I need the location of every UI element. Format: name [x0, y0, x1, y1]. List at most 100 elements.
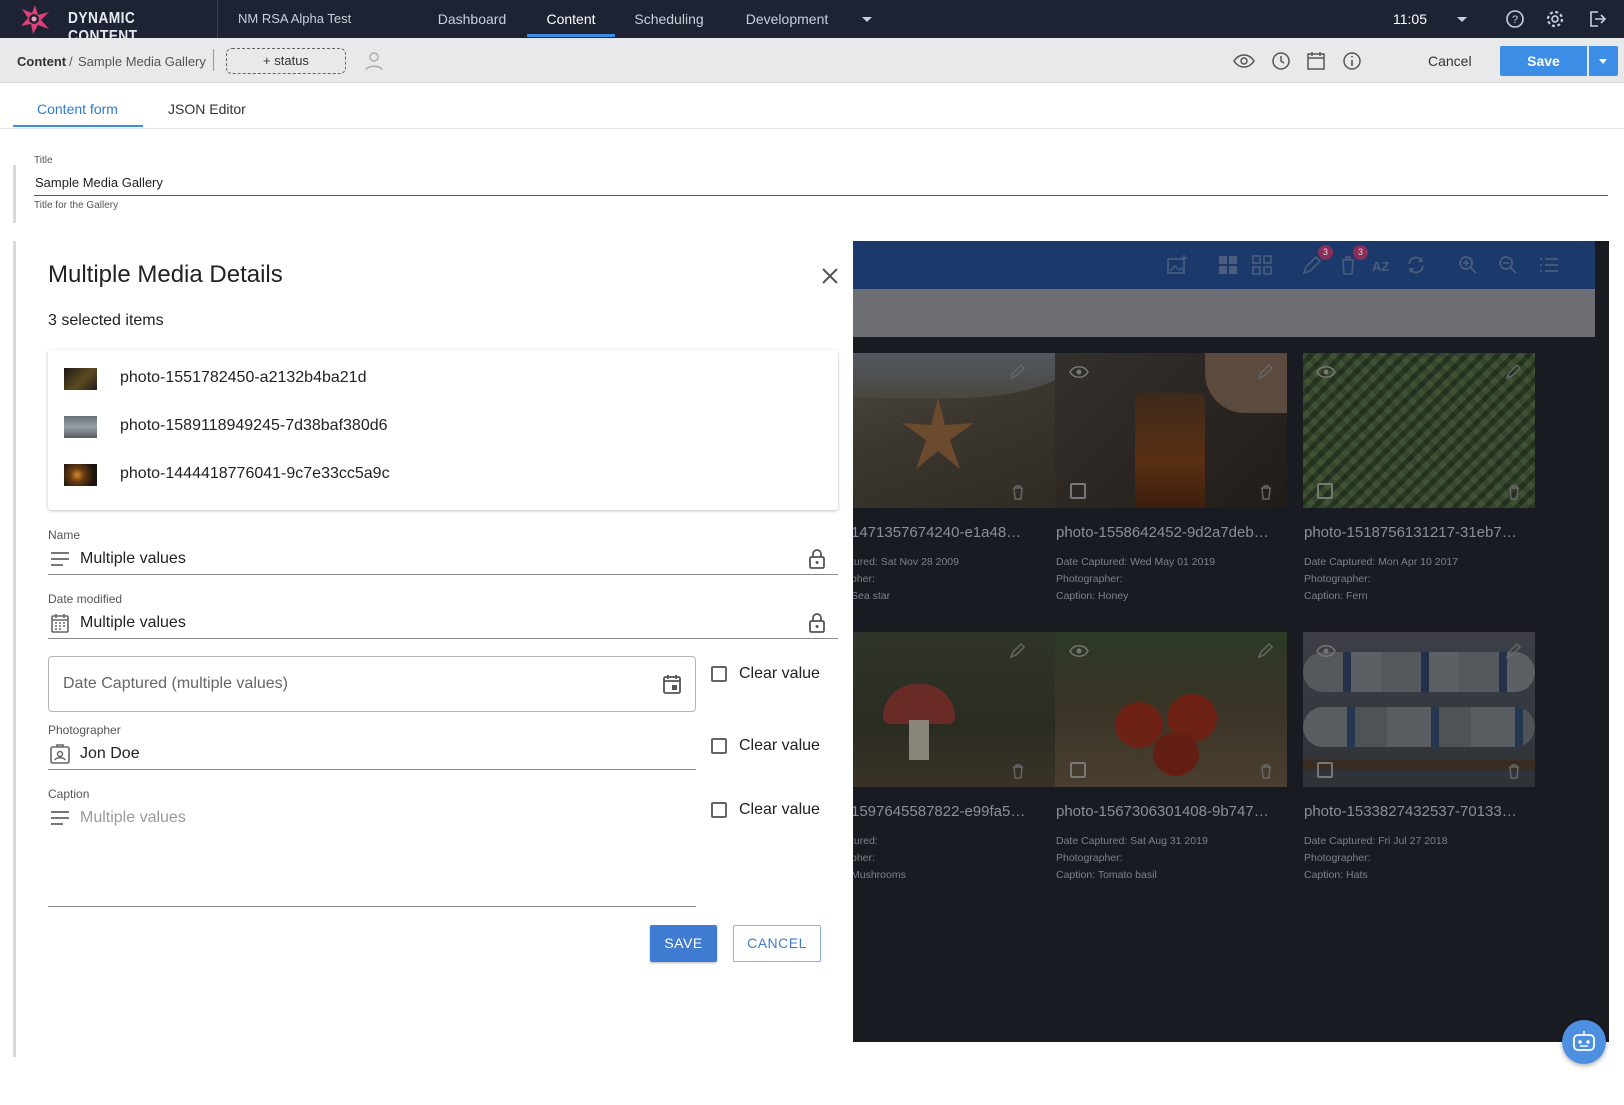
select-checkbox[interactable]	[1317, 762, 1333, 778]
select-checkbox[interactable]	[1070, 762, 1086, 778]
assignee-user-icon[interactable]	[363, 50, 385, 72]
edit-pencil-icon[interactable]	[1505, 641, 1523, 659]
list-view-icon[interactable]	[1538, 254, 1560, 276]
field-underline	[48, 638, 838, 639]
preview-eye-icon[interactable]	[1069, 643, 1089, 659]
add-image-icon[interactable]	[1166, 254, 1188, 276]
edit-pencil-icon[interactable]	[1009, 641, 1027, 659]
chevron-down-icon[interactable]	[1452, 9, 1472, 29]
lock-icon[interactable]	[806, 547, 828, 569]
sort-az-icon[interactable]: AZ	[1371, 254, 1393, 276]
fern-leaves	[1303, 353, 1535, 508]
delete-trash-icon[interactable]	[1257, 762, 1275, 780]
clear-caption-checkbox[interactable]	[711, 802, 727, 818]
clear-value-label: Clear value	[739, 665, 820, 682]
hub-name[interactable]: NM RSA Alpha Test	[238, 11, 351, 26]
hat-row	[1303, 652, 1535, 692]
media-name: photo-1589118949245-7d38baf380d6	[120, 417, 388, 434]
field-underline	[48, 769, 696, 770]
title-help-text: Title for the Gallery	[34, 200, 119, 211]
settings-gear-icon[interactable]	[1545, 9, 1565, 29]
media-name: photo-1444418776041-9c7e33cc5a9c	[120, 465, 390, 482]
mushroom-cap	[883, 684, 955, 724]
save-button[interactable]: Save	[1500, 46, 1587, 76]
history-icon[interactable]	[1269, 50, 1291, 72]
date-captured-placeholder: Date Captured (multiple values)	[63, 675, 288, 692]
assistant-chat-button[interactable]	[1562, 1020, 1606, 1064]
media-thumbnail[interactable]	[1055, 353, 1287, 508]
edit-pencil-icon[interactable]	[1257, 362, 1275, 380]
preview-eye-icon[interactable]	[1069, 364, 1089, 380]
clear-value-label: Clear value	[739, 737, 820, 754]
small-grid-icon[interactable]	[1251, 254, 1273, 276]
date-modified-label: Date modified	[48, 592, 123, 606]
tabs-divider	[0, 128, 1624, 129]
delete-trash-icon[interactable]	[1009, 762, 1027, 780]
clock-time: 11:05	[1393, 11, 1427, 27]
save-options-dropdown[interactable]	[1589, 46, 1618, 76]
lock-icon[interactable]	[806, 611, 828, 633]
media-thumbnail[interactable]	[1303, 353, 1535, 508]
large-grid-icon[interactable]	[1217, 254, 1239, 276]
refresh-icon[interactable]	[1405, 254, 1427, 276]
preview-eye-icon[interactable]	[1316, 643, 1336, 659]
help-icon[interactable]: ?	[1505, 9, 1525, 29]
nav-dashboard[interactable]: Dashboard	[428, 0, 516, 38]
caption-input[interactable]: Multiple values	[80, 809, 186, 827]
delete-trash-icon[interactable]	[1257, 483, 1275, 501]
name-input[interactable]: Multiple values	[80, 550, 186, 568]
nav-development[interactable]: Development	[735, 0, 839, 38]
select-checkbox[interactable]	[1070, 483, 1086, 499]
zoom-out-icon[interactable]	[1497, 254, 1519, 276]
calendar-icon[interactable]	[1305, 50, 1327, 72]
media-thumbnail	[64, 368, 97, 390]
tab-json-editor[interactable]: JSON Editor	[168, 101, 246, 117]
date-modified-input[interactable]: Multiple values	[80, 614, 186, 632]
delete-trash-icon[interactable]	[1009, 483, 1027, 501]
edit-count-badge: 3	[1318, 245, 1333, 260]
add-status-button[interactable]: + status	[226, 48, 346, 74]
cancel-button[interactable]: Cancel	[1428, 53, 1472, 69]
clear-photographer-checkbox[interactable]	[711, 738, 727, 754]
close-icon[interactable]	[819, 265, 841, 287]
edit-pencil-icon[interactable]	[1009, 362, 1027, 380]
chevron-down-icon[interactable]	[857, 9, 877, 29]
list-item: photo-1589118949245-7d38baf380d6	[48, 403, 838, 451]
caption-text: Caption: Tomato basil	[1056, 869, 1157, 881]
media-thumbnail[interactable]	[853, 632, 1075, 787]
nav-scheduling[interactable]: Scheduling	[618, 0, 720, 38]
media-card-meta: Date Captured: Fri Jul 27 2018 Photograp…	[1304, 833, 1448, 884]
nav-content[interactable]: Content	[527, 0, 615, 38]
delete-trash-icon[interactable]	[1505, 483, 1523, 501]
select-checkbox[interactable]	[1317, 483, 1333, 499]
breadcrumb-content[interactable]: Content	[17, 54, 66, 69]
photographer-text: Photographer:	[1304, 573, 1371, 585]
zoom-in-icon[interactable]	[1457, 254, 1479, 276]
selected-items-list: photo-1551782450-a2132b4ba21d photo-1589…	[48, 350, 838, 510]
dialog-save-button[interactable]: SAVE	[650, 925, 717, 962]
photographer-input[interactable]: Jon Doe	[80, 745, 140, 763]
date-captured-field[interactable]: Date Captured (multiple values)	[48, 656, 696, 712]
clear-date-captured-checkbox[interactable]	[711, 666, 727, 682]
info-icon[interactable]	[1341, 50, 1363, 72]
preview-eye-icon[interactable]	[1316, 364, 1336, 380]
multiple-media-details-dialog: Multiple Media Details 3 selected items …	[16, 241, 853, 1057]
media-thumbnail[interactable]	[1303, 632, 1535, 787]
media-thumbnail[interactable]	[1055, 632, 1287, 787]
tab-content-form[interactable]: Content form	[37, 101, 118, 117]
preview-eye-icon[interactable]	[1233, 50, 1255, 72]
title-input[interactable]: Sample Media Gallery	[35, 175, 163, 190]
dialog-cancel-button[interactable]: CANCEL	[733, 925, 821, 962]
mushroom-stem	[909, 720, 929, 760]
delete-trash-icon[interactable]	[1505, 762, 1523, 780]
media-card-meta: Date Captured: Sat Aug 31 2019 Photograp…	[1056, 833, 1208, 884]
media-card-title: 1471357674240-e1a48…	[853, 524, 1022, 541]
media-card-meta: Date Captured: Mon Apr 10 2017 Photograp…	[1304, 554, 1458, 605]
calendar-icon[interactable]	[661, 673, 683, 695]
media-thumbnail[interactable]	[853, 353, 1075, 508]
logout-icon[interactable]	[1587, 9, 1607, 29]
dynamic-content-logo-icon	[21, 5, 49, 34]
edit-pencil-icon[interactable]	[1505, 362, 1523, 380]
brand[interactable]: DYNAMIC CONTENT	[0, 0, 218, 45]
edit-pencil-icon[interactable]	[1257, 641, 1275, 659]
